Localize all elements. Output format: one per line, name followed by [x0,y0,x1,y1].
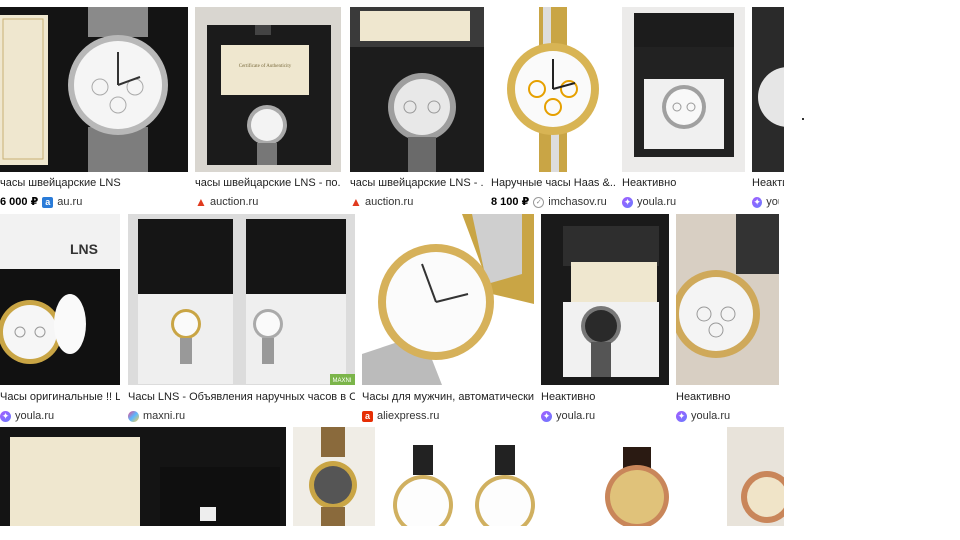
side-panel [779,186,960,426]
result-source[interactable]: aliexpress.ru [377,410,439,423]
result-price: 8 100 ₽ [491,196,530,208]
youla-icon: ✦ [752,197,763,208]
result-thumbnail[interactable] [293,427,375,526]
result-thumbnail[interactable] [541,214,669,385]
result-meta: ✦ youla.ru [622,196,745,209]
result-price: 6 000 ₽ [0,196,39,208]
result-tile-4[interactable]: Наручные часы Haas &... 8 100 ₽ ✓ imchas… [491,7,615,209]
result-caption[interactable]: Неактивно [622,177,745,190]
result-meta: ✦ youla.ru [541,410,669,423]
result-source[interactable]: youla.ru [15,410,54,423]
auction-icon: ▲ [350,196,362,209]
certificate-text: Certificate of Authenticity [239,64,292,69]
result-tile-14[interactable] [383,427,547,540]
result-caption[interactable]: Наручные часы Haas &... [491,177,615,190]
result-meta: ▲ auction.ru [350,196,484,209]
au-icon: a [42,197,54,208]
auction-icon: ▲ [195,196,207,209]
result-source[interactable]: youla.ru [556,410,595,423]
result-thumbnail[interactable]: MAXNI [128,214,355,385]
youla-icon: ✦ [0,411,11,422]
result-caption[interactable]: Часы LNS - Объявления наручных часов в С… [128,391,355,404]
result-tile-10[interactable]: Неактивно ✦ youla.ru [541,214,669,422]
result-caption[interactable]: Неактивно [676,391,779,404]
result-caption[interactable]: часы швейцарские LNS - по... [195,177,341,190]
result-thumbnail[interactable] [491,7,615,172]
result-thumbnail[interactable] [676,214,779,385]
result-tile-13[interactable] [293,427,375,540]
result-thumbnail[interactable] [350,7,484,172]
result-meta: 8 100 ₽ ✓ imchasov.ru [491,196,615,209]
result-thumbnail[interactable] [362,214,534,385]
result-thumbnail[interactable] [383,427,547,526]
result-source[interactable]: youla.ru [637,196,676,209]
result-caption[interactable]: часы швейцарские LNS [0,177,188,190]
result-source[interactable]: au.ru [57,196,82,209]
sale-badge-text: MAXNI [332,378,351,384]
result-meta: a aliexpress.ru [362,410,534,423]
result-thumbnail[interactable] [727,427,784,526]
result-caption[interactable]: Неактивно [541,391,669,404]
result-tile-11[interactable]: Неактивно ✦ youla.ru [676,214,779,422]
result-tile-15[interactable] [555,427,719,540]
youla-icon: ✦ [541,411,552,422]
result-tile-8[interactable]: MAXNI Часы LNS - Объявления наручных час… [128,214,355,422]
result-caption[interactable]: часы швейцарские LNS - ... [350,177,484,190]
result-source[interactable]: auction.ru [365,196,413,209]
stray-dot [802,118,804,120]
result-source[interactable]: auction.ru [210,196,258,209]
result-tile-7[interactable]: LNS Часы оригинальные !! L... ✦ youla.ru [0,214,120,422]
result-thumbnail[interactable] [0,427,286,526]
result-thumbnail[interactable] [752,7,784,172]
result-thumbnail[interactable] [622,7,745,172]
result-meta: ✦ youla.ru [0,410,120,423]
maxni-icon [128,411,139,422]
result-meta: maxni.ru [128,410,355,423]
result-tile-3[interactable]: часы швейцарские LNS - ... ▲ auction.ru [350,7,484,209]
result-tile-6[interactable]: Неакти ✦ you [752,7,784,208]
youla-icon: ✦ [676,411,687,422]
result-tile-12[interactable] [0,427,286,540]
result-tile-2[interactable]: Certificate of Authenticity часы швейцар… [195,7,341,209]
result-meta: ✦ youla.ru [676,410,779,423]
result-caption[interactable]: Часы оригинальные !! L... [0,391,120,404]
aliexpress-icon: a [362,411,373,422]
result-meta: 6 000 ₽ a au.ru [0,196,188,209]
result-thumbnail[interactable] [555,427,719,526]
result-thumbnail[interactable]: LNS [0,214,120,385]
imchasov-icon: ✓ [533,197,545,208]
result-thumbnail[interactable]: Certificate of Authenticity [195,7,341,172]
result-source[interactable]: maxni.ru [143,410,185,423]
result-meta: ▲ auction.ru [195,196,341,209]
result-caption[interactable]: Часы для мужчин, автоматические... [362,391,534,404]
result-tile-9[interactable]: Часы для мужчин, автоматические... a ali… [362,214,534,422]
result-tile-5[interactable]: Неактивно ✦ youla.ru [622,7,745,209]
youla-icon: ✦ [622,197,633,208]
brand-text: LNS [70,241,98,257]
result-source[interactable]: youla.ru [691,410,730,423]
result-source[interactable]: imchasov.ru [548,196,606,209]
result-tile-16[interactable] [727,427,784,540]
result-thumbnail[interactable] [0,7,188,172]
result-tile-1[interactable]: часы швейцарские LNS 6 000 ₽ a au.ru [0,7,188,209]
